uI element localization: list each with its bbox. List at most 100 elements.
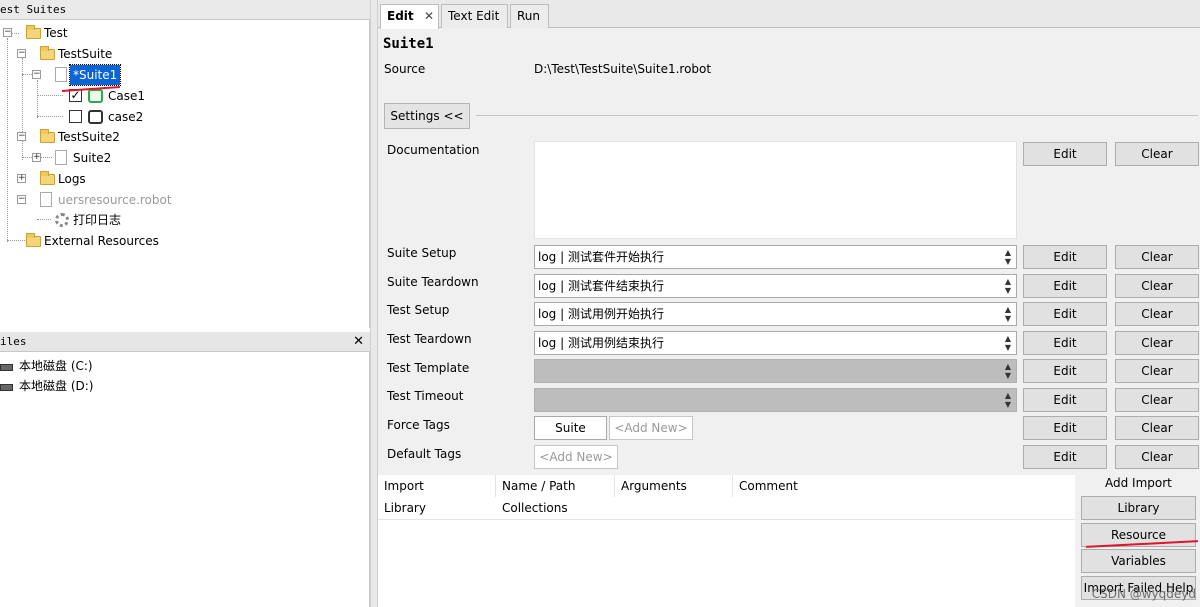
spinner-icon[interactable]: ▲ ▼: [1002, 277, 1014, 295]
spinner-icon[interactable]: ▲ ▼: [1002, 248, 1014, 266]
test-timeout-edit-button[interactable]: Edit: [1023, 388, 1107, 412]
source-path: D:\Test\TestSuite\Suite1.robot: [534, 62, 712, 76]
suite-setup-field[interactable]: log | 测试套件开始执行 ▲ ▼: [534, 245, 1017, 269]
test-template-field[interactable]: ▲ ▼: [534, 359, 1017, 383]
test-template-label: Test Template: [387, 361, 470, 375]
tree-node-suite1[interactable]: − *Suite1: [0, 64, 200, 86]
drive-label: 本地磁盘 (D:): [19, 379, 94, 393]
column-divider: [732, 475, 733, 497]
tree-node-logs[interactable]: + Logs: [0, 169, 200, 189]
tree-node-testsuite[interactable]: − TestSuite: [0, 44, 200, 64]
tab-edit[interactable]: Edit ✕: [380, 4, 439, 29]
tree-node-label: uersresource.robot: [58, 193, 172, 207]
test-setup-edit-button[interactable]: Edit: [1023, 302, 1107, 326]
test-setup-label: Test Setup: [387, 303, 450, 317]
expand-icon[interactable]: +: [32, 153, 41, 162]
resource-file-icon: [40, 192, 52, 207]
spinner-icon[interactable]: ▲ ▼: [1002, 391, 1014, 409]
spinner-icon[interactable]: ▲ ▼: [1002, 362, 1014, 380]
expand-icon[interactable]: +: [17, 174, 26, 183]
test-suites-title: est Suites: [0, 3, 67, 16]
test-template-clear-button[interactable]: Clear: [1115, 359, 1199, 383]
tree-node-case2[interactable]: case2: [0, 107, 200, 127]
force-tag-suite[interactable]: Suite: [534, 416, 607, 440]
case2-checkbox[interactable]: [69, 110, 82, 123]
collapse-icon[interactable]: −: [3, 28, 12, 37]
tree-node-test[interactable]: − Test: [0, 23, 200, 43]
documentation-editor[interactable]: [534, 141, 1017, 239]
tree-node-resource-file[interactable]: − uersresource.robot: [0, 190, 220, 210]
force-tags-add-new[interactable]: <Add New>: [609, 416, 693, 440]
tab-text-edit[interactable]: Text Edit: [441, 4, 508, 28]
tree-node-suite2[interactable]: + Suite2: [0, 148, 200, 168]
tree-node-external-resources[interactable]: External Resources: [0, 231, 200, 251]
column-header-import[interactable]: Import: [384, 479, 424, 493]
force-tags-edit-button[interactable]: Edit: [1023, 416, 1107, 440]
folder-icon: [40, 46, 55, 60]
suite-setup-clear-button[interactable]: Clear: [1115, 245, 1199, 269]
tree-node-label: TestSuite: [58, 47, 113, 61]
collapse-icon[interactable]: −: [32, 70, 41, 79]
suite-title: Suite1: [383, 36, 434, 52]
collapse-icon[interactable]: −: [17, 195, 26, 204]
tree-node-label: Case1: [108, 89, 146, 103]
spinner-icon[interactable]: ▲ ▼: [1002, 334, 1014, 352]
add-library-button[interactable]: Library: [1081, 496, 1196, 520]
collapse-icon[interactable]: −: [17, 132, 26, 141]
test-suites-panel-title: est Suites: [0, 0, 370, 20]
tree-node-label: 打印日志: [73, 213, 122, 227]
test-teardown-value: log | 测试用例结束执行: [538, 336, 664, 350]
tree-node-testsuite2[interactable]: − TestSuite2: [0, 127, 200, 147]
test-teardown-field[interactable]: log | 测试用例结束执行 ▲ ▼: [534, 331, 1017, 355]
folder-icon: [26, 233, 41, 247]
drive-item-d[interactable]: 本地磁盘 (D:): [0, 376, 200, 396]
tree-node-label: External Resources: [44, 234, 159, 248]
files-title: iles: [0, 335, 27, 348]
default-tags-label: Default Tags: [387, 447, 462, 461]
default-tags-edit-button[interactable]: Edit: [1023, 445, 1107, 469]
tree-node-label: Suite2: [73, 151, 112, 165]
settings-toggle-button[interactable]: Settings <<: [384, 103, 470, 129]
close-tab-icon[interactable]: ✕: [424, 5, 434, 27]
table-row-separator: [378, 519, 1075, 520]
test-template-edit-button[interactable]: Edit: [1023, 359, 1107, 383]
documentation-edit-button[interactable]: Edit: [1023, 142, 1107, 166]
column-divider: [495, 475, 496, 497]
suite-teardown-field[interactable]: log | 测试套件结束执行 ▲ ▼: [534, 274, 1017, 298]
column-header-comment[interactable]: Comment: [739, 479, 798, 493]
add-variables-button[interactable]: Variables: [1081, 549, 1196, 573]
documentation-clear-button[interactable]: Clear: [1115, 142, 1199, 166]
test-teardown-clear-button[interactable]: Clear: [1115, 331, 1199, 355]
column-divider: [614, 475, 615, 497]
divider: [476, 115, 1198, 116]
tab-run[interactable]: Run: [510, 4, 549, 28]
default-tags-clear-button[interactable]: Clear: [1115, 445, 1199, 469]
collapse-icon[interactable]: −: [17, 49, 26, 58]
tab-run-label: Run: [517, 9, 541, 23]
test-setup-value: log | 测试用例开始执行: [538, 307, 664, 321]
import-row-type[interactable]: Library: [384, 501, 426, 515]
force-tags-clear-button[interactable]: Clear: [1115, 416, 1199, 440]
column-header-arguments[interactable]: Arguments: [621, 479, 687, 493]
suite-setup-edit-button[interactable]: Edit: [1023, 245, 1107, 269]
suite-setup-label: Suite Setup: [387, 246, 457, 260]
suite-teardown-edit-button[interactable]: Edit: [1023, 274, 1107, 298]
suite-teardown-clear-button[interactable]: Clear: [1115, 274, 1199, 298]
drive-label: 本地磁盘 (C:): [19, 359, 93, 373]
test-teardown-edit-button[interactable]: Edit: [1023, 331, 1107, 355]
test-timeout-clear-button[interactable]: Clear: [1115, 388, 1199, 412]
files-panel: 本地磁盘 (C:) 本地磁盘 (D:): [0, 352, 370, 607]
drive-item-c[interactable]: 本地磁盘 (C:): [0, 356, 200, 376]
close-icon[interactable]: ✕: [353, 332, 364, 351]
folder-icon: [40, 171, 55, 185]
tab-bar: Edit ✕ Text Edit Run: [378, 0, 1200, 29]
spinner-icon[interactable]: ▲ ▼: [1002, 305, 1014, 323]
test-setup-clear-button[interactable]: Clear: [1115, 302, 1199, 326]
test-setup-field[interactable]: log | 测试用例开始执行 ▲ ▼: [534, 302, 1017, 326]
test-timeout-field[interactable]: ▲ ▼: [534, 388, 1017, 412]
panel-splitter[interactable]: [370, 0, 378, 607]
column-header-name-path[interactable]: Name / Path: [502, 479, 575, 493]
tree-node-keyword[interactable]: 打印日志: [0, 210, 200, 230]
default-tags-add-new[interactable]: <Add New>: [534, 445, 618, 469]
import-row-name[interactable]: Collections: [502, 501, 568, 515]
